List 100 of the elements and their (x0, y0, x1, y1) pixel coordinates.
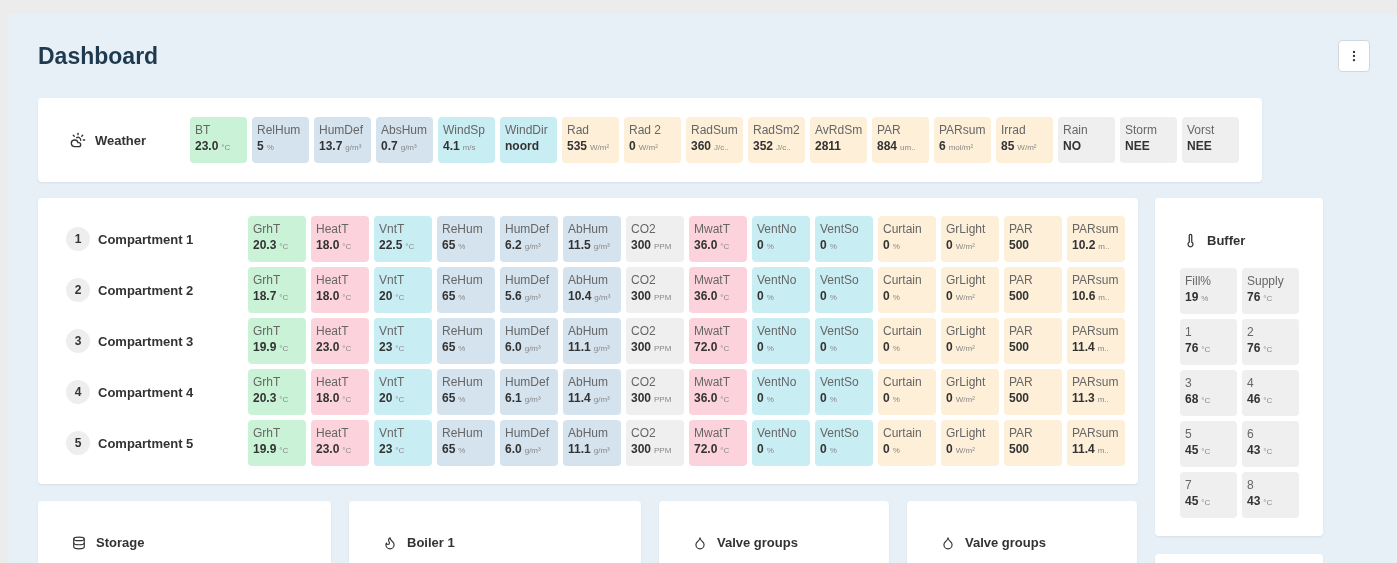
sensor-label: Vorst (1187, 123, 1216, 137)
sensor-unit: W/m² (638, 143, 658, 152)
sensor-label: Rad 2 (629, 123, 663, 137)
sensor-value: 0 (820, 289, 827, 303)
compartment-number: 4 (66, 380, 90, 404)
sensor-value: 300 (631, 442, 652, 456)
sensor-label: GrLight (946, 273, 987, 287)
sensor-unit: °C (720, 446, 730, 455)
sensor-value: 65 (442, 340, 456, 354)
sensor-label: AbHum (568, 426, 609, 440)
droplet-icon (693, 535, 707, 550)
sensor-unit: m.. (1097, 344, 1109, 353)
sensor-label: Rain (1063, 123, 1089, 137)
sensor-label: CO2 (631, 375, 657, 389)
sensor-unit: % (892, 293, 900, 302)
sensor-value: 19.9 (253, 442, 277, 456)
sensor-value: 500 (1009, 238, 1030, 252)
card-title: Buffer (1207, 233, 1246, 248)
sensor-value: 0 (946, 391, 953, 405)
sensor-unit: % (458, 293, 466, 302)
card-title: Weather (95, 132, 147, 148)
compartment-number: 5 (66, 431, 90, 455)
sensor-label: Supply (1247, 274, 1285, 288)
sensor-unit: °C (1263, 294, 1273, 303)
sensor-label: CO2 (631, 426, 657, 440)
sensor-unit: g/m³ (345, 143, 362, 152)
card-title: Valve groups (717, 535, 798, 550)
sensor-label: HumDef (319, 123, 364, 137)
sensor-value: 535 (567, 139, 588, 153)
sensor-unit: PPM (654, 293, 672, 302)
sensor-label: RelHum (257, 123, 302, 137)
sensor-unit: g/m³ (594, 293, 611, 302)
sensor-value: 0.7 (381, 139, 398, 153)
sensor-unit: °C (395, 395, 405, 404)
sensor-value: 0 (757, 340, 764, 354)
sensor-label: GrhT (253, 273, 282, 287)
sensor-value: 10.6 (1072, 289, 1096, 303)
sensor-label: VentNo (757, 324, 798, 338)
card-title: Valve groups (965, 535, 1046, 550)
sensor-label: MwatT (694, 426, 731, 440)
sensor-unit: °C (342, 242, 352, 251)
sensor-unit: °C (279, 242, 289, 251)
sensor-value: 0 (820, 340, 827, 354)
sensor-value: 10.4 (568, 289, 592, 303)
sensor-label: AbHum (568, 324, 609, 338)
sensor-unit: PPM (654, 242, 672, 251)
compartment-number: 3 (66, 329, 90, 353)
sensor-unit: % (766, 344, 774, 353)
sensor-value: 19.9 (253, 340, 277, 354)
sensor-label: WindSp (443, 123, 487, 137)
sensor-unit: W/m² (955, 446, 975, 455)
sensor-unit: m.. (1097, 446, 1109, 455)
sensor-label: BT (195, 123, 212, 137)
sensor-value: 6.1 (505, 391, 522, 405)
sensor-value: 0 (883, 289, 890, 303)
sensor-value: 65 (442, 391, 456, 405)
sensor-value: 20 (379, 289, 393, 303)
sensor-value: 500 (1009, 442, 1030, 456)
sensor-value: 22.5 (379, 238, 403, 252)
card-title: Boiler 1 (407, 535, 455, 550)
sensor-value: 18.7 (253, 289, 277, 303)
compartment-name: Compartment 2 (98, 282, 194, 298)
sensor-unit: °C (221, 143, 231, 152)
sensor-unit: °C (279, 395, 289, 404)
sensor-label: ReHum (442, 324, 484, 338)
sensor-label: HeatT (316, 222, 350, 236)
sensor-label: HeatT (316, 324, 350, 338)
sensor-value: 13.7 (319, 139, 343, 153)
sensor-unit: g/m³ (524, 446, 541, 455)
sensor-label: VntT (379, 375, 406, 389)
menu-button[interactable] (1338, 40, 1370, 72)
sensor-label: PAR (1009, 324, 1034, 338)
sensor-label: PAR (1009, 426, 1034, 440)
sensor-unit: m.. (1097, 395, 1109, 404)
sensor-label: Curtain (883, 324, 923, 338)
sensor-value: 45 (1185, 494, 1199, 508)
sensor-label: 5 (1185, 427, 1193, 441)
sensor-label: GrhT (253, 324, 282, 338)
sensor-label: GrhT (253, 375, 282, 389)
sensor-label: MwatT (694, 273, 731, 287)
sensor-unit: °C (342, 395, 352, 404)
sensor-label: VentSo (820, 324, 860, 338)
sensor-label: GrhT (253, 426, 282, 440)
sensor-unit: % (766, 293, 774, 302)
sensor-value: 352 (753, 139, 774, 153)
sensor-unit: W/m² (955, 242, 975, 251)
sensor-value: 0 (883, 442, 890, 456)
sensor-unit: °C (1201, 447, 1211, 456)
sensor-value: 65 (442, 442, 456, 456)
sensor-unit: % (458, 446, 466, 455)
sensor-value: 45 (1185, 443, 1199, 457)
sensor-value: 6.0 (505, 442, 522, 456)
sensor-value: 43 (1247, 494, 1261, 508)
sensor-value: 19 (1185, 290, 1199, 304)
droplet-icon (941, 535, 955, 550)
sensor-label: VntT (379, 273, 406, 287)
sensor-unit: W/m² (590, 143, 610, 152)
sensor-label: Storm (1125, 123, 1158, 137)
sensor-unit: g/m³ (593, 344, 610, 353)
sensor-label: PAR (1009, 273, 1034, 287)
